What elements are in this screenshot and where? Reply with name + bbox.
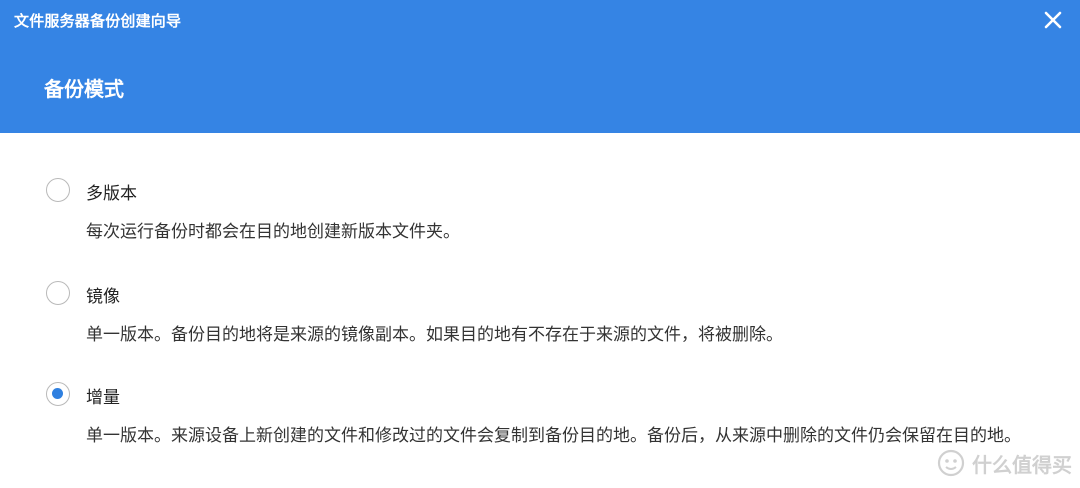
radio-multi-version[interactable] [46, 178, 70, 202]
option-description: 每次运行备份时都会在目的地创建新版本文件夹。 [86, 222, 460, 242]
window-title: 文件服务器备份创建向导 [14, 12, 182, 30]
option-description: 单一版本。来源设备上新创建的文件和修改过的文件会复制到备份目的地。备份后，从来源… [86, 426, 1021, 446]
watermark-logo-icon [937, 449, 965, 477]
radio-mirror[interactable] [46, 281, 70, 305]
section-title: 备份模式 [44, 77, 124, 101]
option-description: 单一版本。备份目的地将是来源的镜像副本。如果目的地有不存在于来源的文件，将被删除… [86, 325, 783, 345]
close-icon [1044, 11, 1062, 29]
close-button[interactable] [1042, 9, 1064, 31]
option-label[interactable]: 多版本 [86, 179, 137, 204]
watermark: 什么值得买 [936, 448, 1072, 478]
dialog-header: 文件服务器备份创建向导 备份模式 [0, 0, 1080, 133]
watermark-text: 什么值得买 [972, 452, 1072, 477]
radio-incremental[interactable] [46, 382, 70, 406]
option-label[interactable]: 镜像 [86, 282, 120, 307]
option-label[interactable]: 增量 [86, 383, 120, 408]
backup-wizard-dialog: 文件服务器备份创建向导 备份模式 多版本 每次运行备份时都会在目的地创建新版本文… [0, 0, 1080, 488]
